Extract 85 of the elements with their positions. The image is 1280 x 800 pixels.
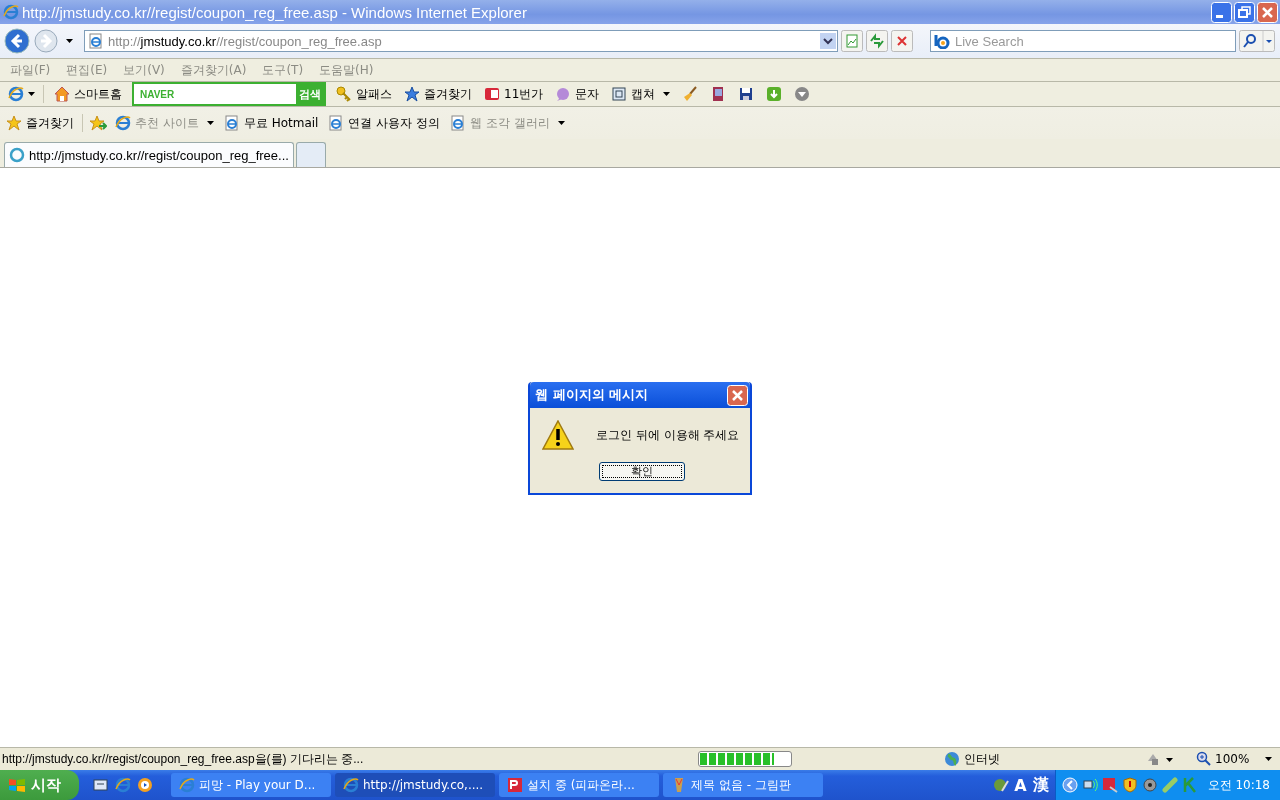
ime-mode[interactable]: A xyxy=(1012,775,1029,795)
caret-icon xyxy=(28,92,35,96)
zoom-icon xyxy=(1196,751,1212,767)
window-title: http://jmstudy.co.kr//regist/coupon_reg_free.asp - Windows Internet Explorer xyxy=(22,3,528,21)
dialog-title: 웹 페이지의 메시지 xyxy=(535,386,649,404)
more-icon[interactable] xyxy=(794,86,811,102)
page-icon xyxy=(88,33,104,49)
search-button[interactable] xyxy=(1239,30,1275,52)
search-field[interactable]: Live Search xyxy=(930,30,1236,52)
start-button[interactable]: 시작 xyxy=(0,770,79,800)
address-text[interactable]: http://jmstudy.co.kr//regist/coupon_reg_free.asp xyxy=(108,33,816,49)
zoom-level: 100% xyxy=(1215,752,1250,766)
back-button[interactable] xyxy=(4,28,30,54)
dropdown-button[interactable] xyxy=(820,33,836,49)
loading-icon xyxy=(9,147,25,163)
dialog-message: 로그인 뒤에 이용해 주세요 xyxy=(596,426,740,444)
favorites-link[interactable]: 무료 Hotmail xyxy=(221,114,321,132)
zone-label: 인터넷 xyxy=(964,750,1000,768)
restore-button[interactable] xyxy=(1234,1,1255,23)
page-icon xyxy=(223,115,240,131)
address-field[interactable]: http://jmstudy.co.kr//regist/coupon_reg_free.asp xyxy=(84,30,838,52)
browser-icon xyxy=(179,777,195,793)
favorites-link[interactable]: 연결 사용자 정의 xyxy=(326,114,443,132)
speaker-icon[interactable] xyxy=(1141,777,1158,793)
refresh-button[interactable] xyxy=(866,30,888,52)
browser-tab[interactable]: http://jmstudy.co.kr//regist/coupon_reg_free... xyxy=(4,142,294,167)
page-icon xyxy=(328,115,345,131)
clock: 오전 10:18 xyxy=(1207,776,1270,794)
page-icon xyxy=(450,115,467,131)
close-button[interactable] xyxy=(1257,1,1278,23)
house-icon xyxy=(54,86,70,102)
expand-tray-icon[interactable] xyxy=(1061,777,1078,793)
windows-logo-icon xyxy=(8,777,26,793)
taskbar-button[interactable]: 설치 중 (피파온라... xyxy=(499,773,659,797)
save-icon[interactable] xyxy=(738,86,755,102)
compatibility-button[interactable] xyxy=(841,30,863,52)
installer-icon xyxy=(507,777,523,793)
browser-icon xyxy=(3,4,19,20)
browser-icon xyxy=(8,86,24,102)
browser-icon xyxy=(115,115,131,131)
shop-logo-icon xyxy=(484,86,500,102)
installer-icon[interactable] xyxy=(1101,777,1118,793)
language-bar-icon[interactable] xyxy=(992,777,1011,793)
warning-icon xyxy=(542,420,574,450)
caret-icon xyxy=(66,39,73,43)
broom-icon[interactable] xyxy=(682,86,699,102)
ime-mode[interactable]: 漢 xyxy=(1030,774,1051,796)
caret-icon xyxy=(1265,757,1273,761)
media-player-icon[interactable] xyxy=(137,777,153,793)
add-favorite-icon[interactable] xyxy=(89,115,107,131)
taskbar-button[interactable]: http://jmstudy.co,.... xyxy=(335,773,495,797)
toolbar-button[interactable]: 캡쳐 xyxy=(609,85,673,103)
toolbar-button[interactable]: 알패스 xyxy=(334,85,394,103)
toolbar-button[interactable]: 문자 xyxy=(553,85,602,103)
stop-button[interactable] xyxy=(891,30,913,52)
shield-icon[interactable] xyxy=(1121,777,1138,793)
home-button[interactable]: 스마트홈 xyxy=(52,85,124,103)
crop-frame-icon xyxy=(611,86,628,102)
speech-bubble-icon xyxy=(555,86,572,102)
globe-icon xyxy=(944,751,960,767)
ie-menu-button[interactable] xyxy=(8,86,35,102)
favorites-button[interactable]: 즐겨찾기 xyxy=(4,114,76,132)
download-icon[interactable] xyxy=(766,86,783,102)
search-engine-icon xyxy=(934,33,952,49)
toolbar-button[interactable]: 즐겨찾기 xyxy=(402,85,474,103)
browser-icon[interactable] xyxy=(115,777,131,793)
taskbar-button[interactable]: 피망 - Play your D... xyxy=(171,773,331,797)
caret-icon xyxy=(557,121,565,125)
status-text: http://jmstudy.co.kr//regist/coupon_reg_free.asp을(를) 기다리는 중... xyxy=(2,750,365,768)
naver-logo: NAVER xyxy=(139,88,176,100)
star-icon xyxy=(404,86,420,102)
browser-icon xyxy=(343,777,359,793)
ok-button[interactable]: 확인 xyxy=(599,462,685,481)
toolbar-button[interactable]: 11번가 xyxy=(482,85,546,103)
key-icon xyxy=(336,86,352,102)
desktop-icon[interactable] xyxy=(93,777,109,793)
close-button[interactable] xyxy=(727,384,748,406)
zoom-button[interactable]: 100% xyxy=(1190,750,1256,768)
caret-icon xyxy=(206,121,214,125)
caret-icon xyxy=(663,92,671,96)
star-icon xyxy=(6,115,22,131)
taskbar-button[interactable]: 제목 없음 - 그림판 xyxy=(663,773,823,797)
tab-title: http://jmstudy.co.kr//regist/coupon_reg_free... xyxy=(29,147,289,163)
network-icon[interactable] xyxy=(1081,777,1098,793)
minimize-button[interactable] xyxy=(1211,1,1232,23)
